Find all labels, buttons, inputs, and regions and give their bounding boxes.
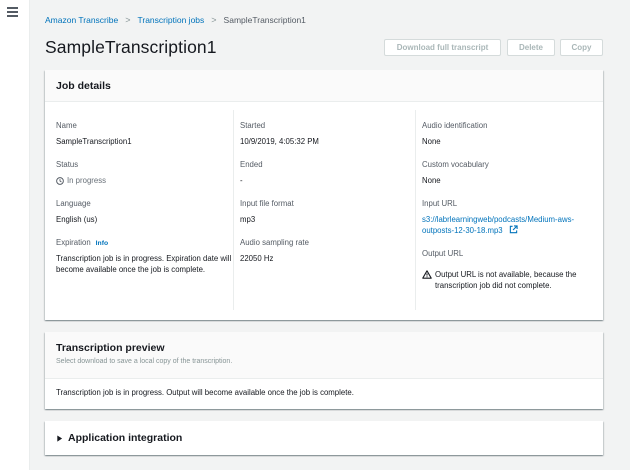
download-transcript-button[interactable]: Download full transcript	[384, 39, 501, 56]
expiration-field: Expiration Info Transcription job is in p…	[56, 238, 236, 275]
language-label: Language	[56, 199, 91, 208]
clock-icon	[56, 176, 64, 185]
breadcrumb-amazon-transcribe[interactable]: Amazon Transcribe	[45, 15, 118, 25]
breadcrumb-transcription-jobs[interactable]: Transcription jobs	[138, 15, 205, 25]
expiration-info-link[interactable]: Info	[96, 240, 108, 247]
job-details-column-3: Audio identification None Custom vocabul…	[415, 110, 600, 310]
custom-vocabulary-field: Custom vocabulary None	[422, 160, 600, 186]
delete-button[interactable]: Delete	[507, 39, 555, 56]
preview-heading: Transcription preview	[56, 342, 165, 354]
started-label: Started	[240, 121, 266, 130]
job-details-column-1: Name SampleTranscription1 Status In prog…	[56, 110, 236, 310]
sampling-rate-field: Audio sampling rate 22050 Hz	[240, 238, 416, 264]
language-value: English (us)	[56, 215, 98, 224]
caret-right-icon[interactable]	[56, 434, 63, 442]
sampling-rate-value: 22050 Hz	[240, 254, 274, 263]
hamburger-icon[interactable]	[7, 7, 18, 17]
output-url-field: Output URL Output URL is not available, …	[422, 249, 600, 291]
language-field: Language English (us)	[56, 199, 236, 225]
transcription-preview-panel: Transcription preview Select download to…	[45, 332, 603, 409]
status-field: Status In progress	[56, 160, 236, 186]
started-field: Started 10/9/2019, 4:05:32 PM	[240, 121, 416, 147]
ended-label: Ended	[240, 160, 263, 169]
job-details-column-2: Started 10/9/2019, 4:05:32 PM Ended - In…	[233, 110, 416, 310]
status-text: In progress	[67, 176, 107, 185]
expiration-label-row: Expiration Info	[56, 238, 236, 247]
input-url-value: s3://labrlearningweb/podcasts/Medium-aws…	[422, 214, 600, 236]
output-url-value: Output URL is not available, because the…	[422, 269, 600, 291]
application-integration-heading: Application integration	[68, 432, 183, 444]
side-navigation-bar	[0, 0, 30, 470]
application-integration-section[interactable]: Application integration	[45, 421, 603, 455]
name-field: Name SampleTranscription1	[56, 121, 236, 147]
ended-field: Ended -	[240, 160, 416, 186]
copy-button[interactable]: Copy	[560, 39, 603, 56]
input-url-link-line2[interactable]: outposts-12-30-18.mp3	[422, 226, 503, 235]
breadcrumb-separator: >	[125, 15, 131, 25]
sampling-rate-label: Audio sampling rate	[240, 238, 309, 247]
warning-icon	[422, 270, 432, 279]
ended-value: -	[240, 176, 243, 185]
input-format-label: Input file format	[240, 199, 294, 208]
output-url-warning-text: Output URL is not available, because the…	[435, 270, 577, 290]
preview-subtitle: Select download to save a local copy of …	[56, 358, 233, 365]
page-title: SampleTranscription1	[45, 37, 217, 57]
custom-vocabulary-value: None	[422, 176, 441, 185]
output-url-label: Output URL	[422, 249, 464, 258]
input-url-label: Input URL	[422, 199, 458, 208]
input-url-link-line1[interactable]: s3://labrlearningweb/podcasts/Medium-aws…	[422, 215, 574, 224]
breadcrumb: Amazon Transcribe > Transcription jobs >…	[45, 15, 306, 25]
name-value: SampleTranscription1	[56, 137, 132, 146]
breadcrumb-separator: >	[211, 15, 217, 25]
expiration-value: Transcription job is in progress. Expira…	[56, 254, 232, 274]
job-details-panel: Job details Name SampleTranscription1 St…	[45, 70, 603, 320]
preview-header: Transcription preview Select download to…	[45, 332, 603, 379]
breadcrumb-current: SampleTranscription1	[223, 15, 306, 25]
custom-vocabulary-label: Custom vocabulary	[422, 160, 489, 169]
audio-identification-label: Audio identification	[422, 121, 488, 130]
started-value: 10/9/2019, 4:05:32 PM	[240, 137, 319, 146]
job-details-heading: Job details	[45, 70, 603, 102]
external-link-icon[interactable]	[509, 225, 518, 234]
preview-body: Transcription job is in progress. Output…	[56, 388, 354, 397]
expiration-label: Expiration	[56, 238, 91, 247]
audio-identification-value: None	[422, 137, 441, 146]
name-label: Name	[56, 121, 77, 130]
input-format-value: mp3	[240, 215, 256, 224]
input-format-field: Input file format mp3	[240, 199, 416, 225]
status-value: In progress	[56, 175, 236, 186]
status-label: Status	[56, 160, 79, 169]
audio-identification-field: Audio identification None	[422, 121, 600, 147]
input-url-field: Input URL s3://labrlearningweb/podcasts/…	[422, 199, 600, 236]
